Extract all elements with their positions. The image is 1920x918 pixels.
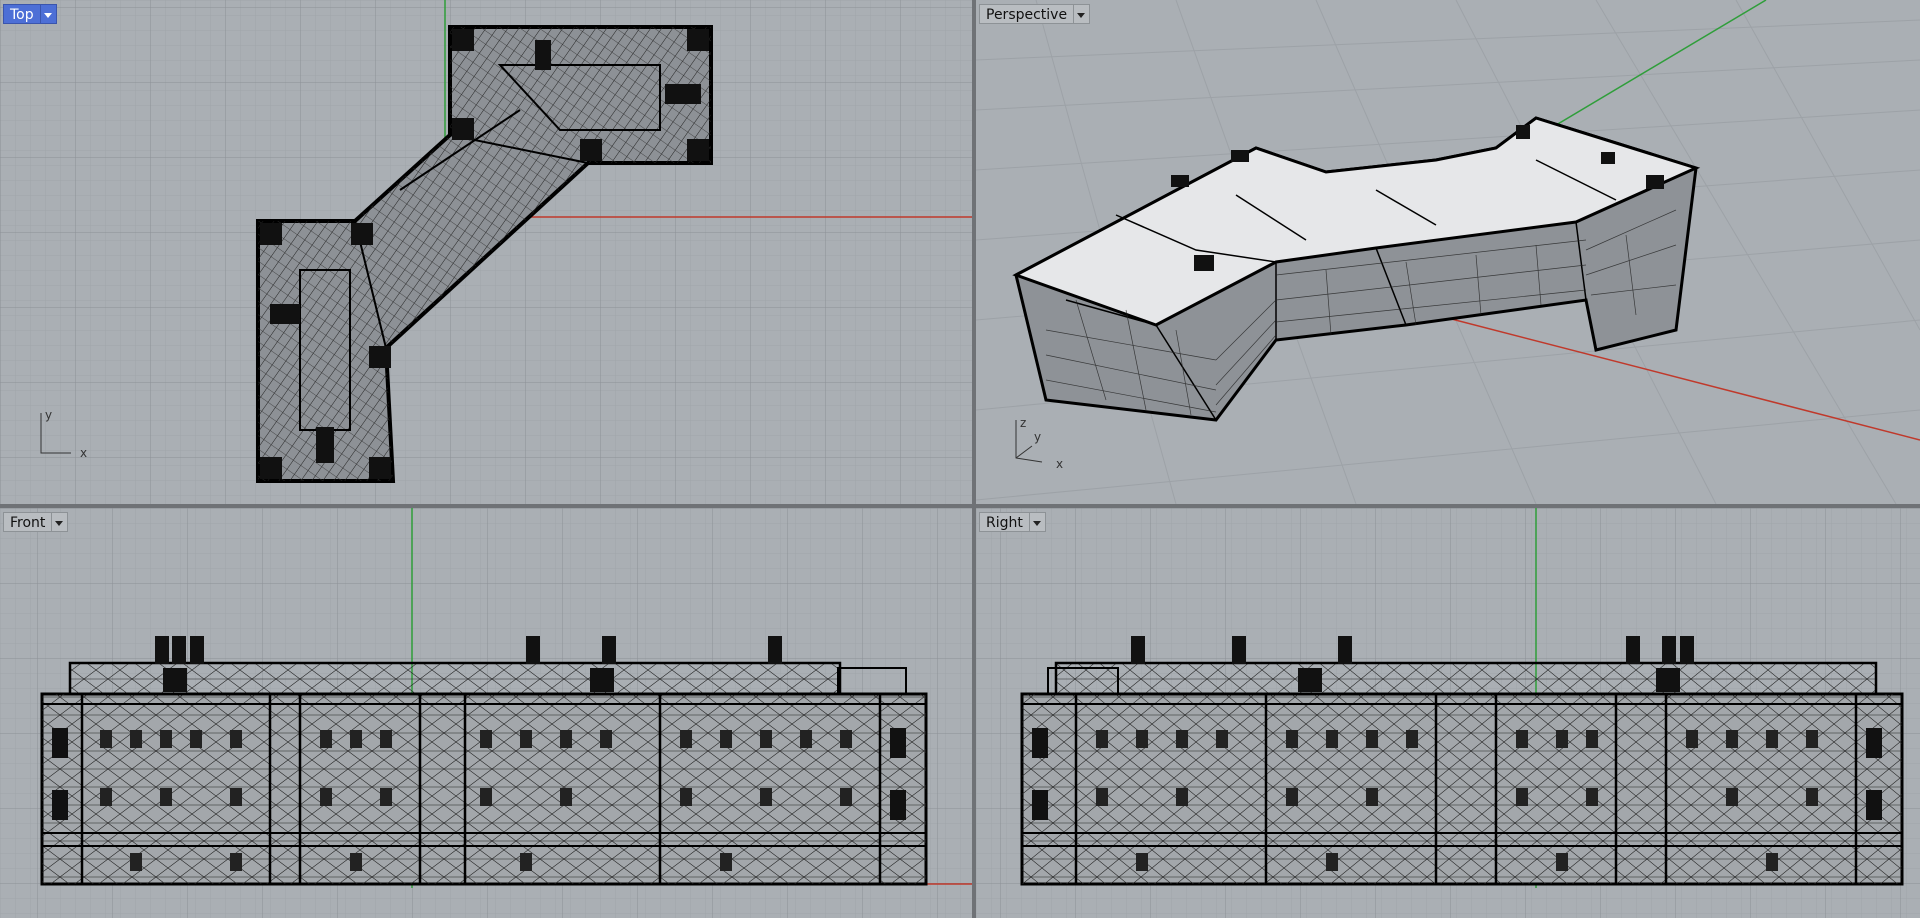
- viewport-front[interactable]: Front: [0, 508, 972, 918]
- chevron-down-icon[interactable]: [52, 512, 69, 532]
- front-view-canvas: [0, 508, 972, 918]
- axis-z-label: z: [1020, 416, 1027, 430]
- viewport-label-perspective: Perspective: [979, 4, 1075, 24]
- chevron-down-icon[interactable]: [1029, 512, 1046, 532]
- viewport-tab-front[interactable]: Front: [3, 512, 69, 532]
- viewport-tab-right[interactable]: Right: [979, 512, 1046, 532]
- chevron-down-icon[interactable]: [40, 4, 57, 24]
- viewport-top[interactable]: Top y x: [0, 0, 972, 504]
- viewport-label-front: Front: [3, 512, 53, 532]
- axis-y-label: y: [1034, 430, 1042, 444]
- perspective-view-canvas: [976, 0, 1920, 504]
- viewport-tab-perspective[interactable]: Perspective: [979, 4, 1091, 24]
- viewport-label-top: Top: [3, 4, 41, 24]
- axis-x-label: x: [1056, 457, 1064, 471]
- front-elevation[interactable]: [40, 636, 928, 886]
- viewport-right[interactable]: Right: [976, 508, 1920, 918]
- viewport-label-right: Right: [979, 512, 1030, 532]
- right-view-canvas: [976, 508, 1920, 918]
- axis-y-label: y: [45, 408, 53, 422]
- chevron-down-icon[interactable]: [1074, 4, 1091, 24]
- top-view-canvas: [0, 0, 972, 504]
- viewport-perspective[interactable]: Perspective z y x: [976, 0, 1920, 504]
- right-elevation[interactable]: [1020, 636, 1904, 886]
- viewport-tab-top[interactable]: Top: [3, 4, 57, 24]
- axis-x-label: x: [80, 446, 88, 460]
